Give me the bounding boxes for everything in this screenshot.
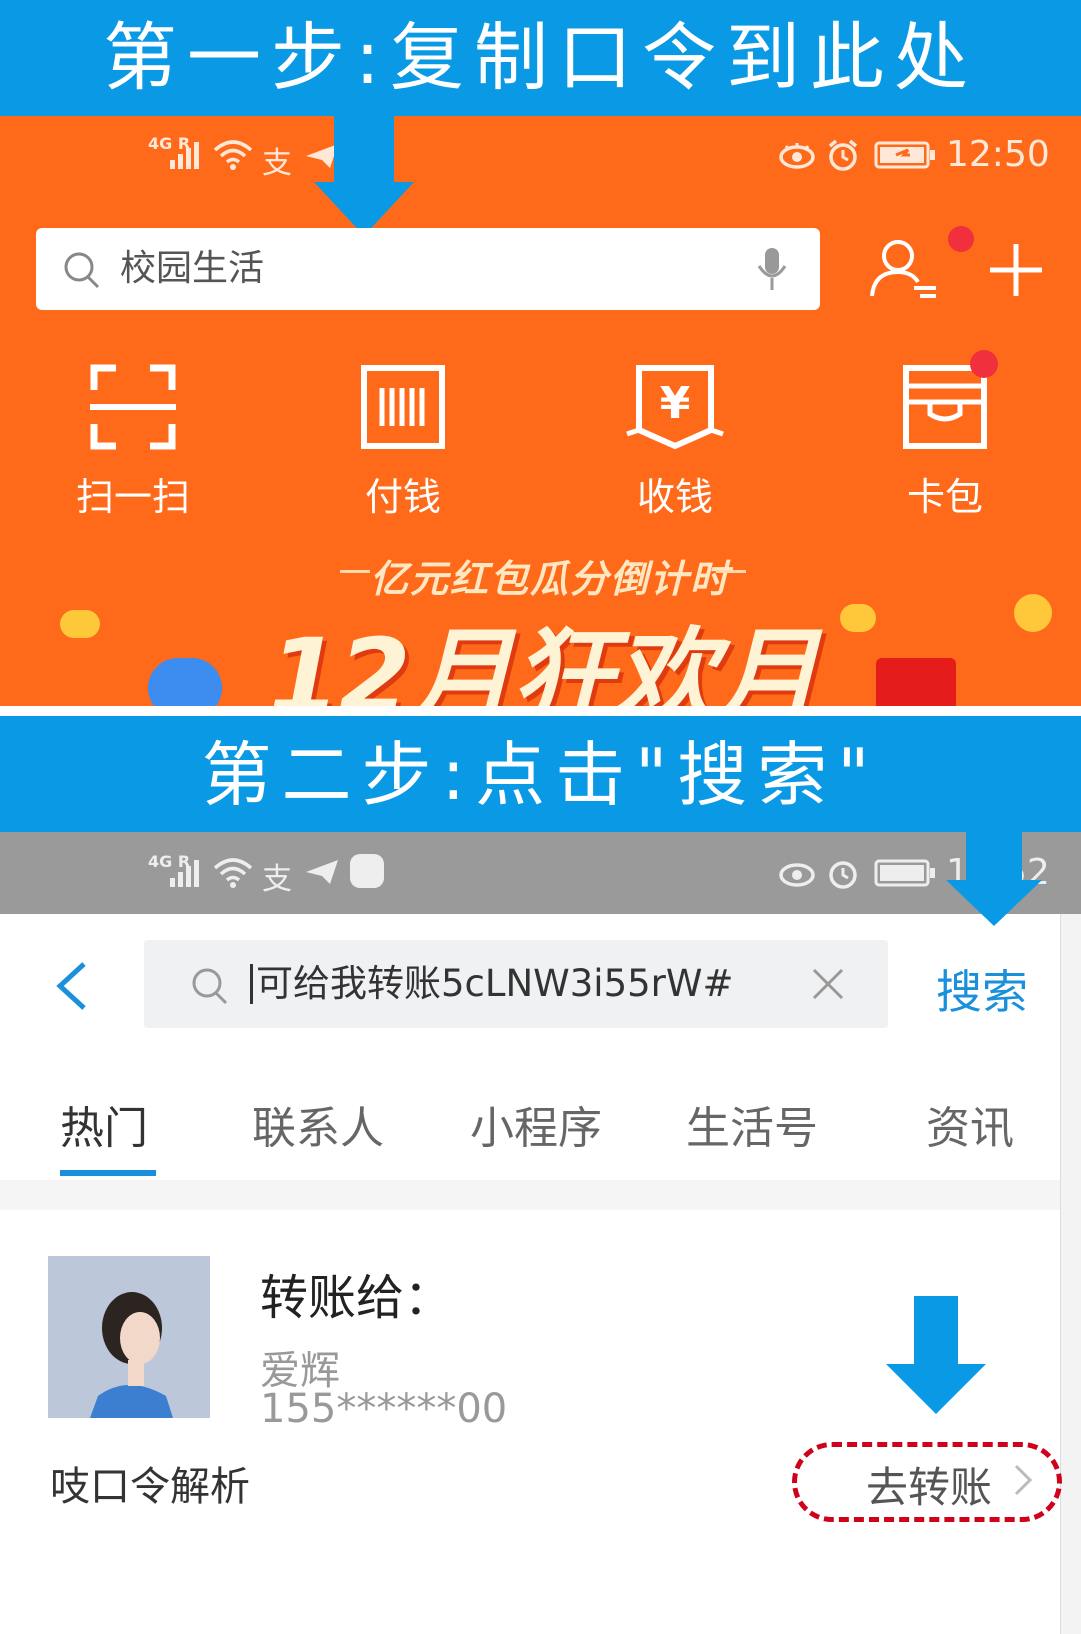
avatar-portrait-icon (48, 1256, 210, 1418)
wifi-icon (212, 856, 254, 892)
scrollbar[interactable] (1060, 914, 1081, 1634)
promo-divider (716, 570, 746, 573)
wifi-icon (212, 138, 254, 174)
quick-action-label: 收钱 (636, 475, 713, 519)
quick-action-label: 付钱 (364, 475, 441, 519)
promo-banner[interactable]: 亿元红包瓜分倒计时 12月狂欢月 (0, 540, 1081, 706)
quick-action-receive[interactable]: ¥ 收钱 (590, 362, 760, 521)
down-arrow-icon (334, 114, 394, 186)
coin-icon (840, 604, 876, 632)
red-envelope-icon (876, 658, 956, 706)
eye-comfort-icon (778, 140, 816, 174)
quick-action-label: 卡包 (906, 475, 983, 519)
search-submit-button[interactable]: 搜索 (936, 956, 1028, 1022)
search-input[interactable]: 可给我转账5cLNW3i55rW# (144, 940, 888, 1028)
battery-icon (874, 140, 936, 174)
search-input-value: 可给我转账5cLNW3i55rW# (256, 962, 734, 1005)
status-time: 12:50 (946, 134, 1050, 175)
down-arrow-icon (966, 830, 1022, 884)
telegram-icon (304, 858, 340, 890)
transfer-title: 转账给： (260, 1270, 453, 1326)
clear-icon[interactable] (808, 964, 848, 1008)
skype-icon (350, 854, 384, 888)
step2-banner: 第二步:点击"搜索" (0, 716, 1081, 832)
tab-life-accounts[interactable]: 生活号 (686, 1092, 818, 1156)
alipay-status-icon: 支 (262, 146, 292, 181)
svg-text:¥: ¥ (660, 378, 691, 429)
notification-dot (970, 350, 998, 378)
tab-mini-programs[interactable]: 小程序 (470, 1092, 602, 1156)
battery-icon (874, 858, 936, 892)
pay-icon (318, 362, 488, 452)
status-bar: 4G R 支 12:52 (0, 832, 1081, 914)
separator (0, 706, 1081, 716)
promo-title: 12月狂欢月 (268, 616, 819, 706)
down-arrow-head-icon (886, 1364, 986, 1420)
down-arrow-head-icon (946, 880, 1042, 932)
search-bar[interactable]: 校园生活 (36, 228, 820, 310)
receive-money-icon: ¥ (590, 362, 760, 452)
scan-icon (48, 362, 218, 452)
token-source-label: 吱口令解析 (50, 1464, 250, 1510)
signal-icon (168, 140, 204, 174)
contacts-icon[interactable] (868, 238, 944, 306)
tab-hot[interactable]: 热门 (60, 1092, 148, 1156)
section-divider (0, 1180, 1060, 1210)
search-icon (190, 966, 230, 1010)
avatar (48, 1256, 210, 1418)
tab-news[interactable]: 资讯 (926, 1092, 1014, 1156)
alarm-icon (826, 138, 860, 176)
card-wallet-icon (860, 362, 1030, 452)
quick-action-card-wallet[interactable]: 卡包 (860, 362, 1030, 521)
chevron-right-icon (1012, 1462, 1034, 1502)
recipient-phone: 155******00 (260, 1386, 508, 1432)
coin-icon (60, 610, 100, 638)
quick-action-pay[interactable]: 付钱 (318, 362, 488, 521)
coin-icon (1014, 594, 1052, 632)
mascot-icon (148, 658, 222, 706)
down-arrow-icon (914, 1296, 958, 1366)
signal-icon (168, 858, 204, 892)
active-tab-indicator (60, 1170, 156, 1176)
microphone-icon[interactable] (756, 246, 788, 296)
search-icon (62, 250, 102, 294)
go-transfer-button[interactable]: 去转账 (866, 1454, 992, 1515)
add-icon[interactable] (988, 242, 1044, 302)
quick-action-label: 扫一扫 (75, 475, 190, 519)
notification-dot (948, 226, 974, 252)
text-cursor (250, 964, 253, 1004)
quick-action-scan[interactable]: 扫一扫 (48, 362, 218, 521)
back-icon[interactable] (52, 960, 92, 1016)
tab-contacts[interactable]: 联系人 (252, 1092, 384, 1156)
alarm-icon (826, 856, 860, 894)
step1-banner: 第一步:复制口令到此处 (0, 0, 1081, 116)
promo-divider (340, 570, 370, 573)
search-placeholder: 校园生活 (120, 248, 265, 289)
eye-comfort-icon (778, 858, 816, 892)
alipay-status-icon: 支 (262, 862, 292, 897)
